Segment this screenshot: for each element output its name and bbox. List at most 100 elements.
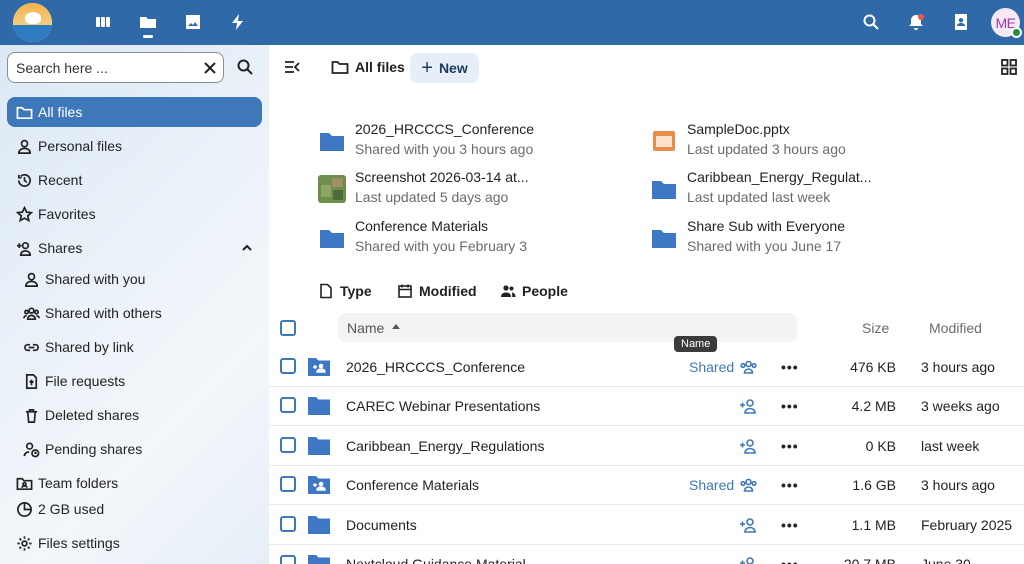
- column-modified-label[interactable]: Modified: [929, 320, 982, 336]
- sort-by-name-button[interactable]: Name: [338, 313, 797, 342]
- sidebar-item-all-files[interactable]: All files: [7, 97, 262, 127]
- recent-file[interactable]: Conference Materials Shared with you Feb…: [318, 218, 618, 258]
- trash-icon: [20, 404, 42, 426]
- sidebar-item-shared-with-others[interactable]: Shared with others: [7, 298, 262, 328]
- folder-icon: [307, 395, 331, 417]
- file-name[interactable]: Conference Materials: [346, 477, 479, 493]
- breadcrumb-label: All files: [355, 59, 405, 75]
- notifications-icon[interactable]: [905, 11, 927, 33]
- row-checkbox[interactable]: [280, 397, 296, 413]
- more-actions-icon[interactable]: •••: [781, 398, 799, 414]
- more-actions-icon[interactable]: •••: [781, 438, 799, 454]
- filter-modified[interactable]: Modified: [397, 283, 477, 299]
- file-modified: 3 weeks ago: [921, 398, 1000, 414]
- file-name[interactable]: Nextcloud Guidance Material: [346, 556, 526, 564]
- share-add-icon[interactable]: [739, 555, 758, 564]
- clear-icon[interactable]: [202, 60, 218, 76]
- sidebar-item-pending-shares[interactable]: Pending shares: [7, 434, 262, 464]
- sidebar-item-files-settings[interactable]: Files settings: [7, 528, 262, 558]
- row-checkbox[interactable]: [280, 476, 296, 492]
- filter-type[interactable]: Type: [318, 283, 372, 299]
- recent-file[interactable]: Caribbean_Energy_Regulat... Last updated…: [650, 169, 950, 209]
- sidebar-item-label: Team folders: [38, 475, 119, 491]
- row-checkbox[interactable]: [280, 437, 296, 453]
- file-size: 20.7 MB: [843, 556, 896, 564]
- file-size: 4.2 MB: [851, 398, 896, 414]
- sidebar-item-shares[interactable]: Shares: [7, 233, 262, 263]
- sidebar-item-shared-with-you[interactable]: Shared with you: [7, 264, 262, 294]
- search-icon[interactable]: [236, 58, 254, 76]
- presentation-file-icon: [653, 131, 675, 151]
- sidebar-item-recent[interactable]: Recent: [7, 165, 262, 195]
- sidebar-item-favorites[interactable]: Favorites: [7, 199, 262, 229]
- filter-people[interactable]: People: [500, 283, 568, 299]
- recent-file[interactable]: SampleDoc.pptx Last updated 3 hours ago: [650, 121, 950, 161]
- share-add-icon[interactable]: [739, 437, 758, 455]
- row-checkbox[interactable]: [280, 516, 296, 532]
- dashboard-icon[interactable]: [92, 11, 114, 33]
- user-clock-icon: [20, 438, 42, 460]
- recent-file[interactable]: 2026_HRCCCS_Conference Shared with you 3…: [318, 121, 618, 161]
- file-name[interactable]: Documents: [346, 517, 417, 533]
- new-button[interactable]: + New: [410, 53, 479, 83]
- table-row[interactable]: CAREC Webinar Presentations ••• 4.2 MB 3 we…: [269, 386, 1024, 426]
- recent-file[interactable]: Share Sub with Everyone Shared with you …: [650, 218, 950, 258]
- file-size: 1.1 MB: [851, 517, 896, 533]
- activity-icon[interactable]: [227, 11, 249, 33]
- grid-view-icon[interactable]: [1000, 58, 1018, 76]
- sort-ascending-icon: [392, 324, 400, 329]
- shared-folder-icon: [307, 356, 331, 378]
- share-add-icon[interactable]: [739, 516, 758, 534]
- breadcrumb[interactable]: All files: [331, 58, 405, 76]
- table-row[interactable]: Caribbean_Energy_Regulations ••• 0 KB last …: [269, 426, 1024, 466]
- unified-search-icon[interactable]: [860, 11, 882, 33]
- more-actions-icon[interactable]: •••: [781, 556, 799, 564]
- logo[interactable]: [13, 3, 52, 42]
- sidebar-item-label: Personal files: [38, 138, 123, 154]
- sidebar-item-quota[interactable]: 2 GB used: [7, 494, 262, 524]
- toggle-navigation-icon[interactable]: [283, 58, 301, 76]
- sidebar-item-personal-files[interactable]: Personal files: [7, 131, 262, 161]
- select-all-checkbox[interactable]: [280, 320, 296, 336]
- recent-file-subtitle: Shared with you February 3: [355, 238, 527, 254]
- sidebar-item-label: Recent: [38, 172, 83, 188]
- file-name[interactable]: CAREC Webinar Presentations: [346, 398, 540, 414]
- more-actions-icon[interactable]: •••: [781, 477, 799, 493]
- more-actions-icon[interactable]: •••: [781, 359, 799, 375]
- sidebar-item-shared-by-link[interactable]: Shared by link: [7, 332, 262, 362]
- folder-icon: [307, 553, 331, 564]
- table-row[interactable]: Documents ••• 1.1 MB February 2025: [269, 505, 1024, 545]
- shared-people-icon[interactable]: [739, 476, 758, 494]
- sidebar-item-label: 2 GB used: [38, 501, 105, 517]
- chevron-up-icon[interactable]: [240, 241, 254, 255]
- image-thumbnail: [318, 175, 346, 203]
- sidebar-item-file-requests[interactable]: File requests: [7, 366, 262, 396]
- contacts-icon[interactable]: [950, 11, 972, 33]
- table-header: Name Size Modified: [269, 313, 1024, 347]
- row-checkbox[interactable]: [280, 358, 296, 374]
- sidebar-item-label: Pending shares: [45, 441, 143, 457]
- table-row[interactable]: 2026_HRCCCS_Conference Shared ••• 476 KB 3 h…: [269, 347, 1024, 387]
- shared-people-icon[interactable]: [739, 358, 758, 376]
- user-avatar[interactable]: ME: [991, 8, 1022, 38]
- file-name[interactable]: Caribbean_Energy_Regulations: [346, 438, 544, 454]
- file-name[interactable]: 2026_HRCCCS_Conference: [346, 359, 525, 375]
- recent-file[interactable]: Screenshot 2026-03-14 at... Last updated…: [318, 169, 618, 209]
- more-actions-icon[interactable]: •••: [781, 517, 799, 533]
- sidebar-item-deleted-shares[interactable]: Deleted shares: [7, 400, 262, 430]
- shared-label[interactable]: Shared: [689, 477, 734, 493]
- recent-file-subtitle: Last updated 5 days ago: [355, 189, 509, 205]
- filter-people-label: People: [522, 283, 568, 299]
- search-input[interactable]: [16, 60, 196, 76]
- table-row[interactable]: Nextcloud Guidance Material ••• 20.7 MB Jun…: [269, 544, 1024, 564]
- photos-icon[interactable]: [182, 11, 204, 33]
- table-row[interactable]: Conference Materials Shared ••• 1.6 GB 3 hou…: [269, 465, 1024, 505]
- user-icon: [13, 135, 35, 157]
- file-upload-icon: [20, 370, 42, 392]
- folder-icon[interactable]: [137, 11, 159, 33]
- row-checkbox[interactable]: [280, 555, 296, 564]
- column-size-label[interactable]: Size: [862, 320, 889, 336]
- sidebar-item-label: Shares: [38, 240, 83, 256]
- share-add-icon[interactable]: [739, 397, 758, 415]
- shared-label[interactable]: Shared: [689, 359, 734, 375]
